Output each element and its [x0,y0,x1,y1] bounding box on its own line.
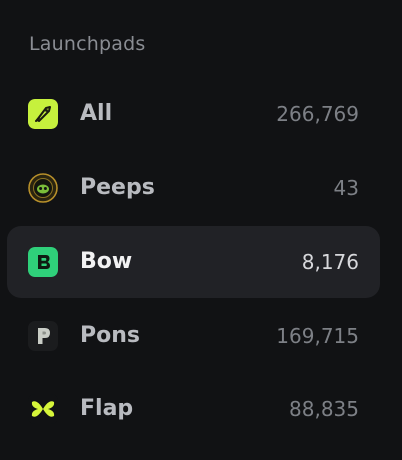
launchpad-label: Flap [80,396,134,421]
pad-flap-icon [28,394,58,424]
launchpads-panel: Launchpads All 266,769 Peeps 43 Bow 8,17… [0,0,402,460]
pad-bow-icon [28,247,58,277]
pad-peeps-icon [28,173,58,203]
launchpad-label: Bow [80,249,133,274]
launchpad-item-peeps[interactable]: Peeps 43 [7,152,380,224]
launchpad-count: 8,176 [301,250,359,274]
launchpad-label: Peeps [80,175,155,200]
launchpad-count: 43 [333,176,359,200]
launchpad-count: 169,715 [276,324,359,348]
launchpad-count: 88,835 [289,397,359,421]
launchpad-count: 266,769 [276,102,359,126]
section-title: Launchpads [29,33,146,55]
pad-pons-icon [28,321,58,351]
launchpad-item-all[interactable]: All 266,769 [7,78,380,150]
launchpad-item-bow[interactable]: Bow 8,176 [7,226,380,298]
pad-all-icon [28,99,58,129]
launchpad-item-flap[interactable]: Flap 88,835 [7,373,380,445]
launchpad-label: Pons [80,323,140,348]
launchpad-label: All [80,101,113,126]
launchpad-item-pons[interactable]: Pons 169,715 [7,300,380,372]
